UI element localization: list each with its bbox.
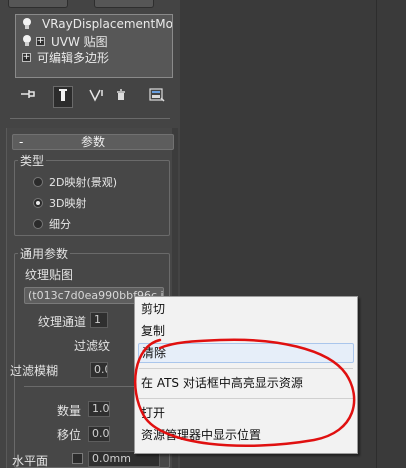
- rollout-header-params[interactable]: - 参数: [12, 134, 174, 150]
- radio-dot[interactable]: [33, 177, 43, 187]
- pin-stack-icon[interactable]: [18, 88, 38, 106]
- common-params-label: 通用参数: [18, 245, 71, 262]
- stack-item-label: 可编辑多边形: [37, 50, 110, 65]
- top-tab-button-left[interactable]: [8, 0, 68, 8]
- lightbulb-icon[interactable]: [22, 35, 32, 47]
- water-level-label: 水平面: [12, 454, 49, 468]
- configure-modifier-sets-icon[interactable]: [147, 88, 167, 106]
- make-unique-icon[interactable]: [87, 88, 107, 106]
- expand-icon[interactable]: +: [22, 52, 31, 62]
- filter-texture-label: 过滤纹: [74, 339, 111, 353]
- shift-label: 移位: [57, 428, 82, 442]
- radio-label: 细分: [49, 218, 71, 231]
- radio-dot-selected[interactable]: [33, 198, 43, 208]
- toolbar-divider: [10, 118, 170, 119]
- amount-label: 数量: [57, 404, 82, 418]
- filter-blur-field[interactable]: 0.0: [90, 362, 108, 378]
- remove-modifier-icon[interactable]: [113, 88, 129, 106]
- modifier-stack[interactable]: VRayDisplacementMod + UVW 贴图 + 可编辑多边形: [15, 14, 173, 78]
- stack-item-label: VRayDisplacementMod: [42, 17, 172, 31]
- radio-subdivision[interactable]: 细分: [33, 216, 71, 232]
- radio-dot[interactable]: [33, 219, 43, 229]
- shift-field[interactable]: 0.0: [88, 426, 110, 442]
- stack-item-editable-poly[interactable]: + 可编辑多边形: [16, 49, 172, 65]
- stack-item-vray-displacement[interactable]: VRayDisplacementMod: [16, 16, 172, 32]
- radio-3d-mapping[interactable]: 3D映射: [33, 195, 86, 211]
- stack-item-label: UVW 贴图: [51, 34, 108, 49]
- menu-item-cut[interactable]: 剪切: [135, 299, 357, 319]
- radio-2d-mapping[interactable]: 2D映射(景观): [33, 174, 117, 190]
- texture-map-label: 纹理贴图: [25, 268, 74, 282]
- stack-item-uvw-map[interactable]: + UVW 贴图: [16, 33, 172, 49]
- expand-icon[interactable]: +: [36, 36, 45, 46]
- top-tab-button-right[interactable]: [94, 0, 154, 8]
- water-level-checkbox[interactable]: [72, 453, 83, 464]
- params-divider: [24, 386, 134, 387]
- texture-channel-field[interactable]: 1: [90, 312, 108, 328]
- rollout-title: 参数: [80, 135, 105, 149]
- filter-blur-label: 过滤模糊: [10, 364, 59, 378]
- type-group-label: 类型: [18, 152, 47, 169]
- texture-channel-label: 纹理通道: [38, 315, 87, 329]
- radio-label: 2D映射(景观): [49, 176, 118, 189]
- viewport-divider: [376, 0, 377, 468]
- radio-label: 3D映射: [49, 197, 87, 210]
- red-annotation-circle: [133, 338, 356, 447]
- amount-field[interactable]: 1.0: [88, 401, 110, 417]
- show-end-result-icon[interactable]: [55, 88, 71, 106]
